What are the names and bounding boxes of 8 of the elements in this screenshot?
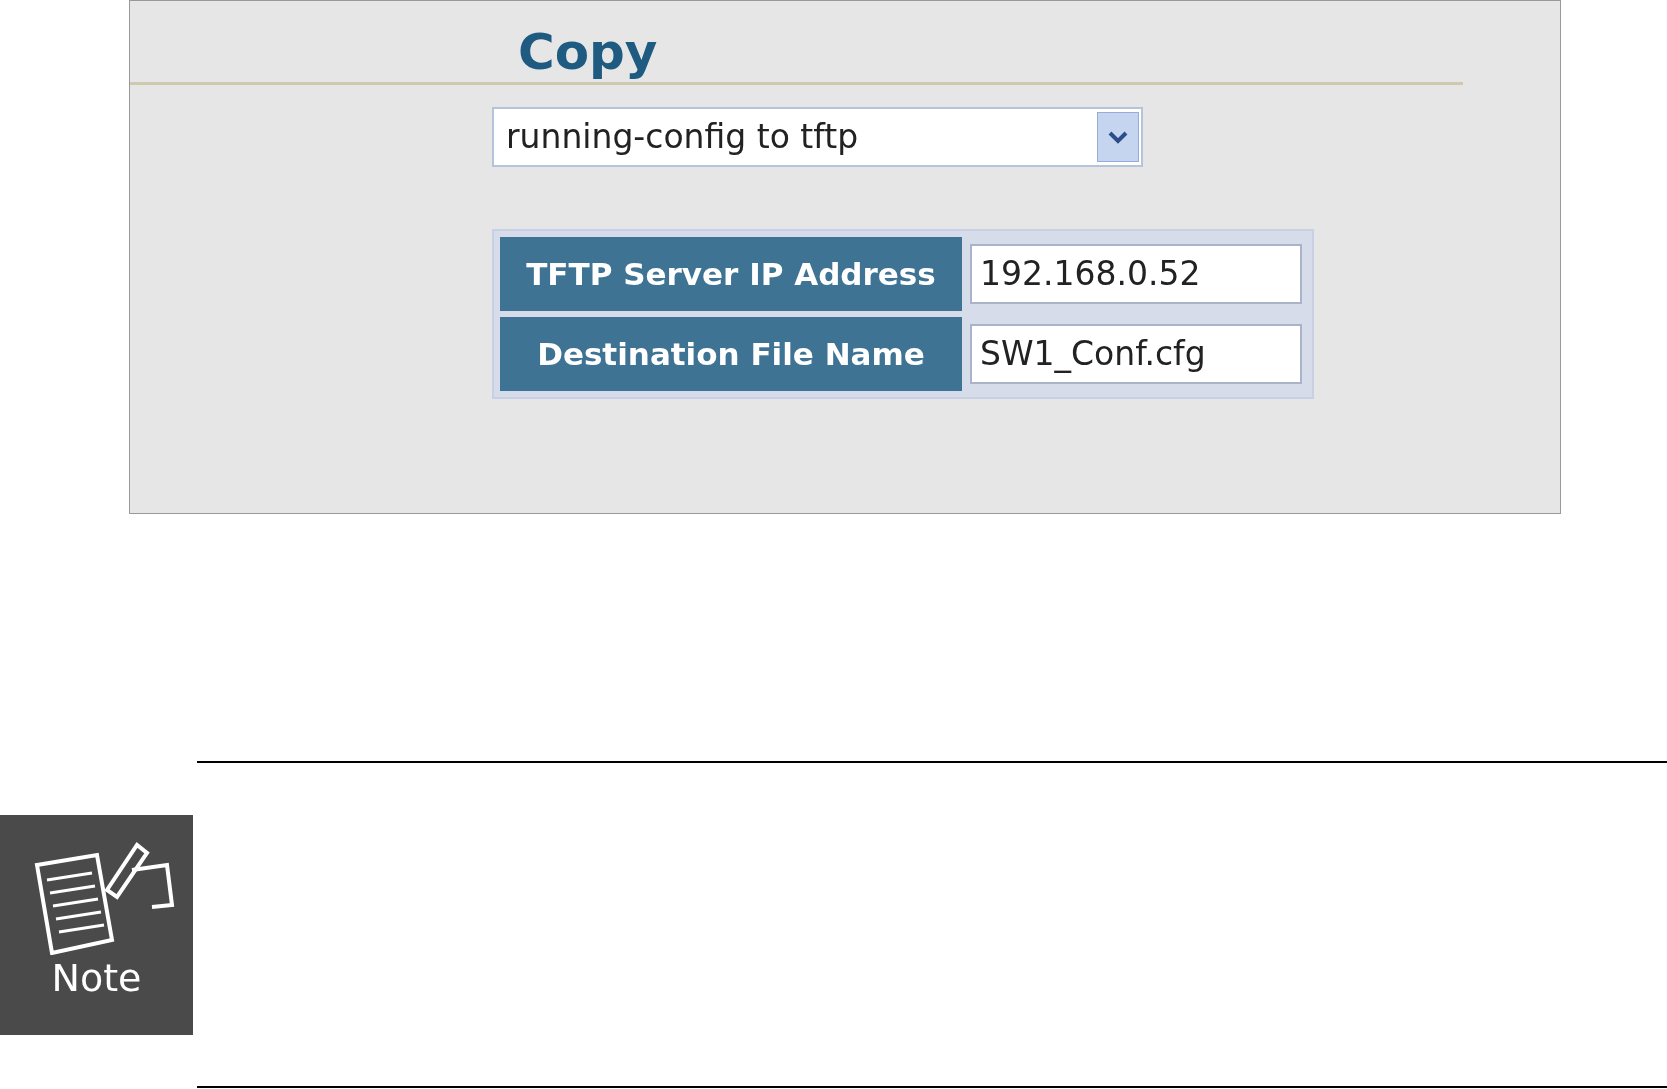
field-label: TFTP Server IP Address	[500, 237, 962, 311]
field-label: Destination File Name	[500, 317, 962, 391]
dropdown-icon	[1097, 112, 1139, 162]
page-title: Copy	[518, 22, 659, 81]
text-field[interactable]: SW1_Conf.cfg	[970, 324, 1302, 384]
text-field[interactable]: 192.168.0.52	[970, 244, 1302, 304]
copy-select[interactable]: running-config to tftp	[492, 107, 1143, 167]
note-label: Note	[51, 959, 142, 997]
